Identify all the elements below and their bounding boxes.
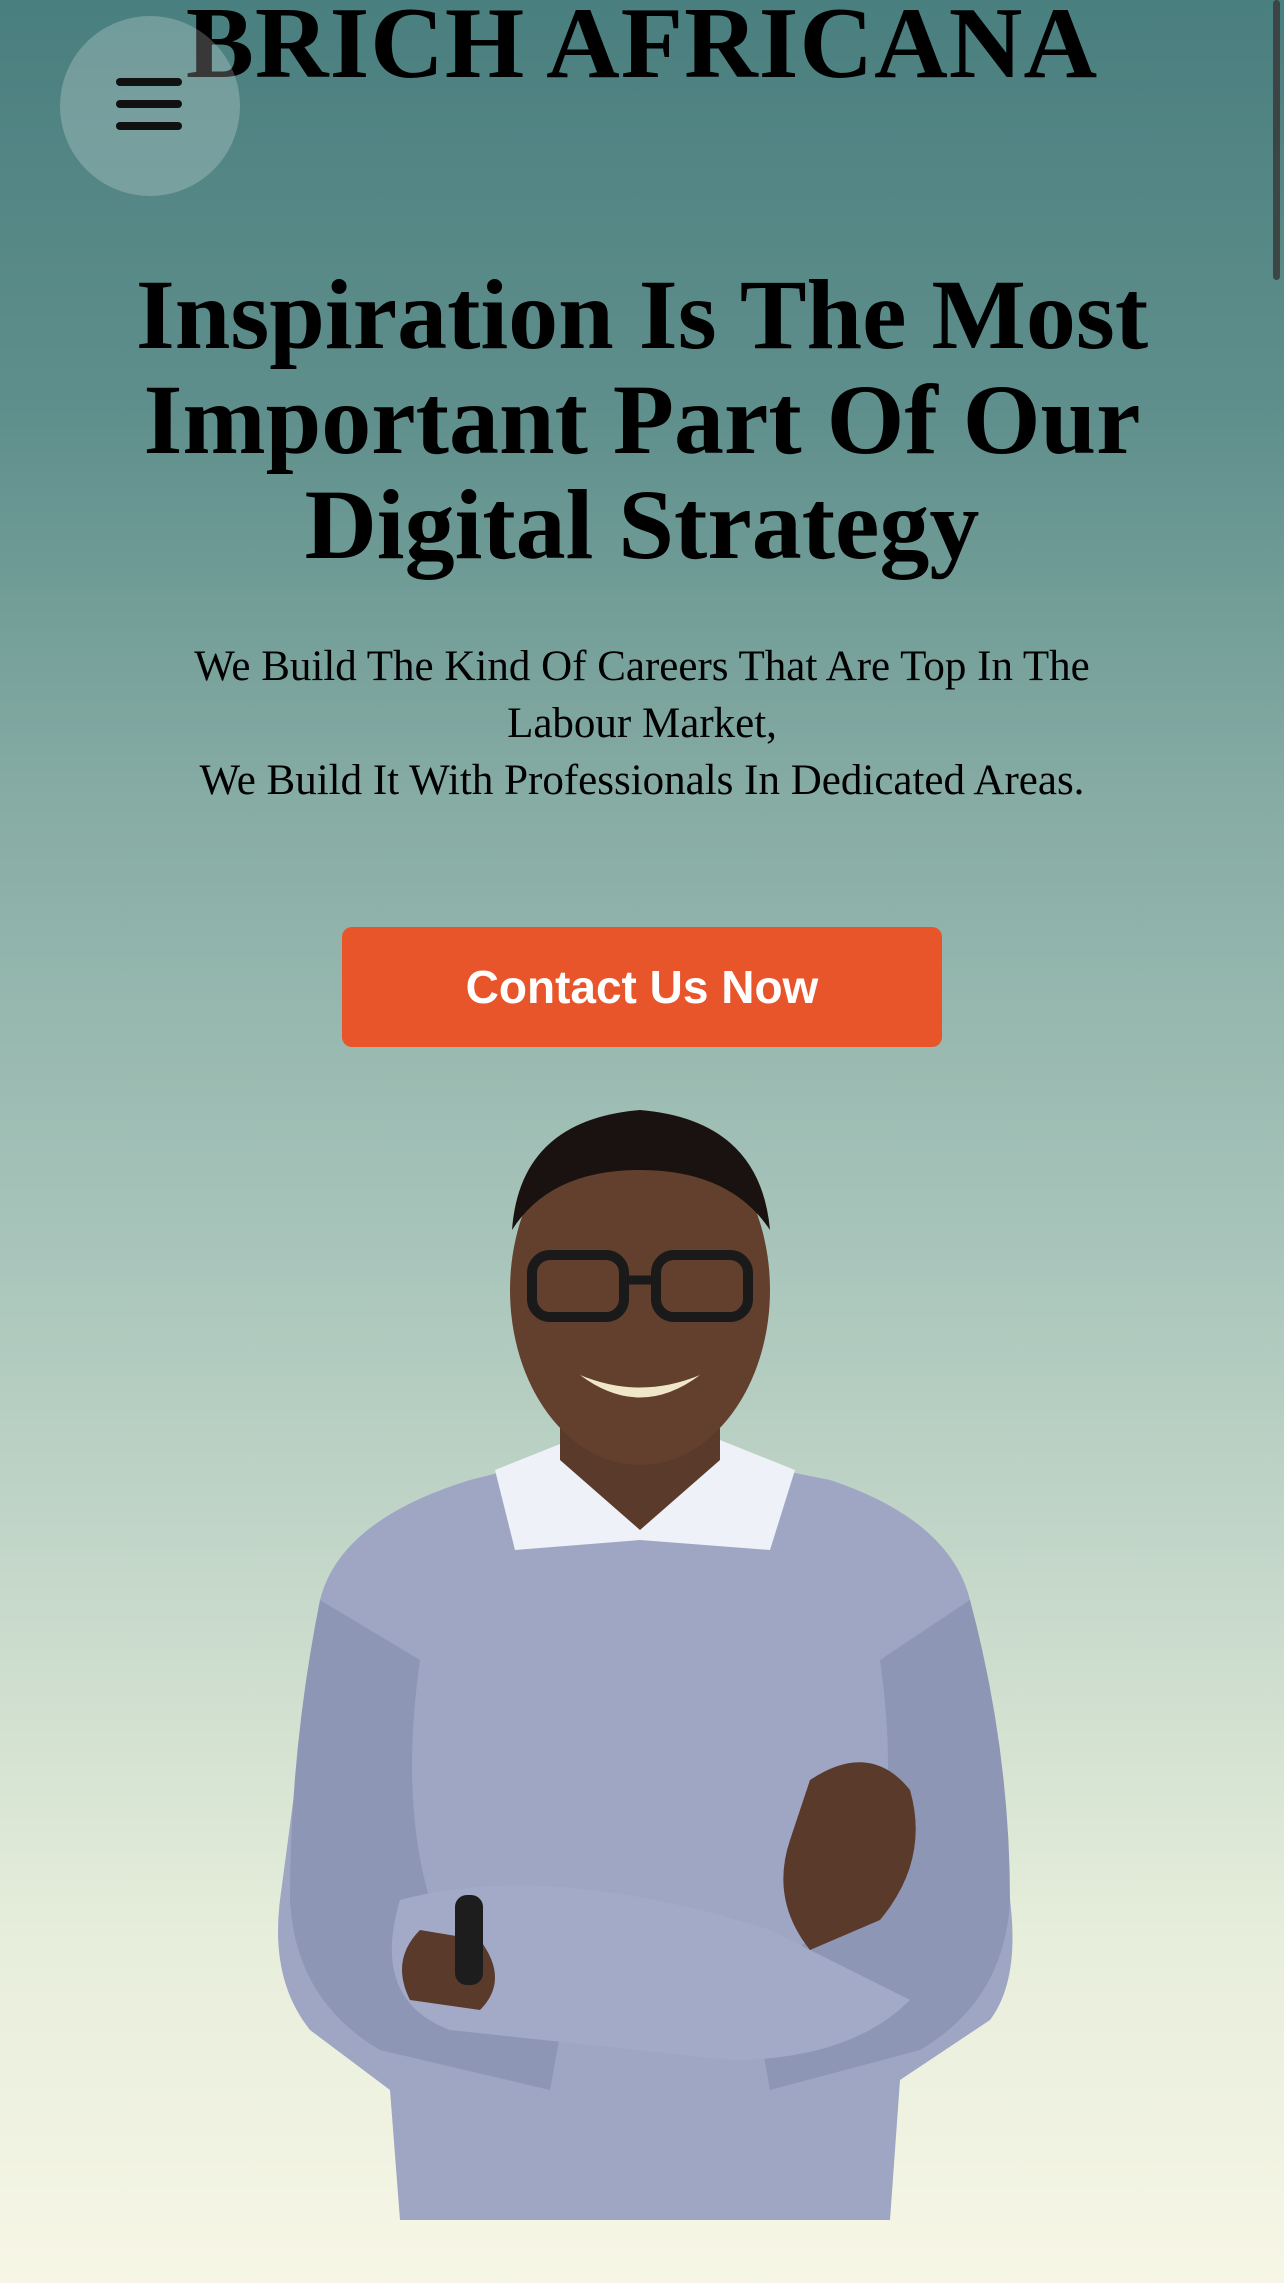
hero-subtitle-line-1: We Build The Kind Of Careers That Are To… [194,643,1090,747]
hero-subtitle: We Build The Kind Of Careers That Are To… [180,638,1104,809]
menu-button[interactable] [60,16,240,196]
contact-us-button[interactable]: Contact Us Now [342,927,942,1047]
hero-subtitle-line-2: We Build It With Professionals In Dedica… [199,757,1085,804]
hero-title: Inspiration Is The Most Important Part O… [135,259,1149,580]
hero-portrait-image [278,1110,1013,2220]
wristwatch-shape [455,1895,483,1985]
